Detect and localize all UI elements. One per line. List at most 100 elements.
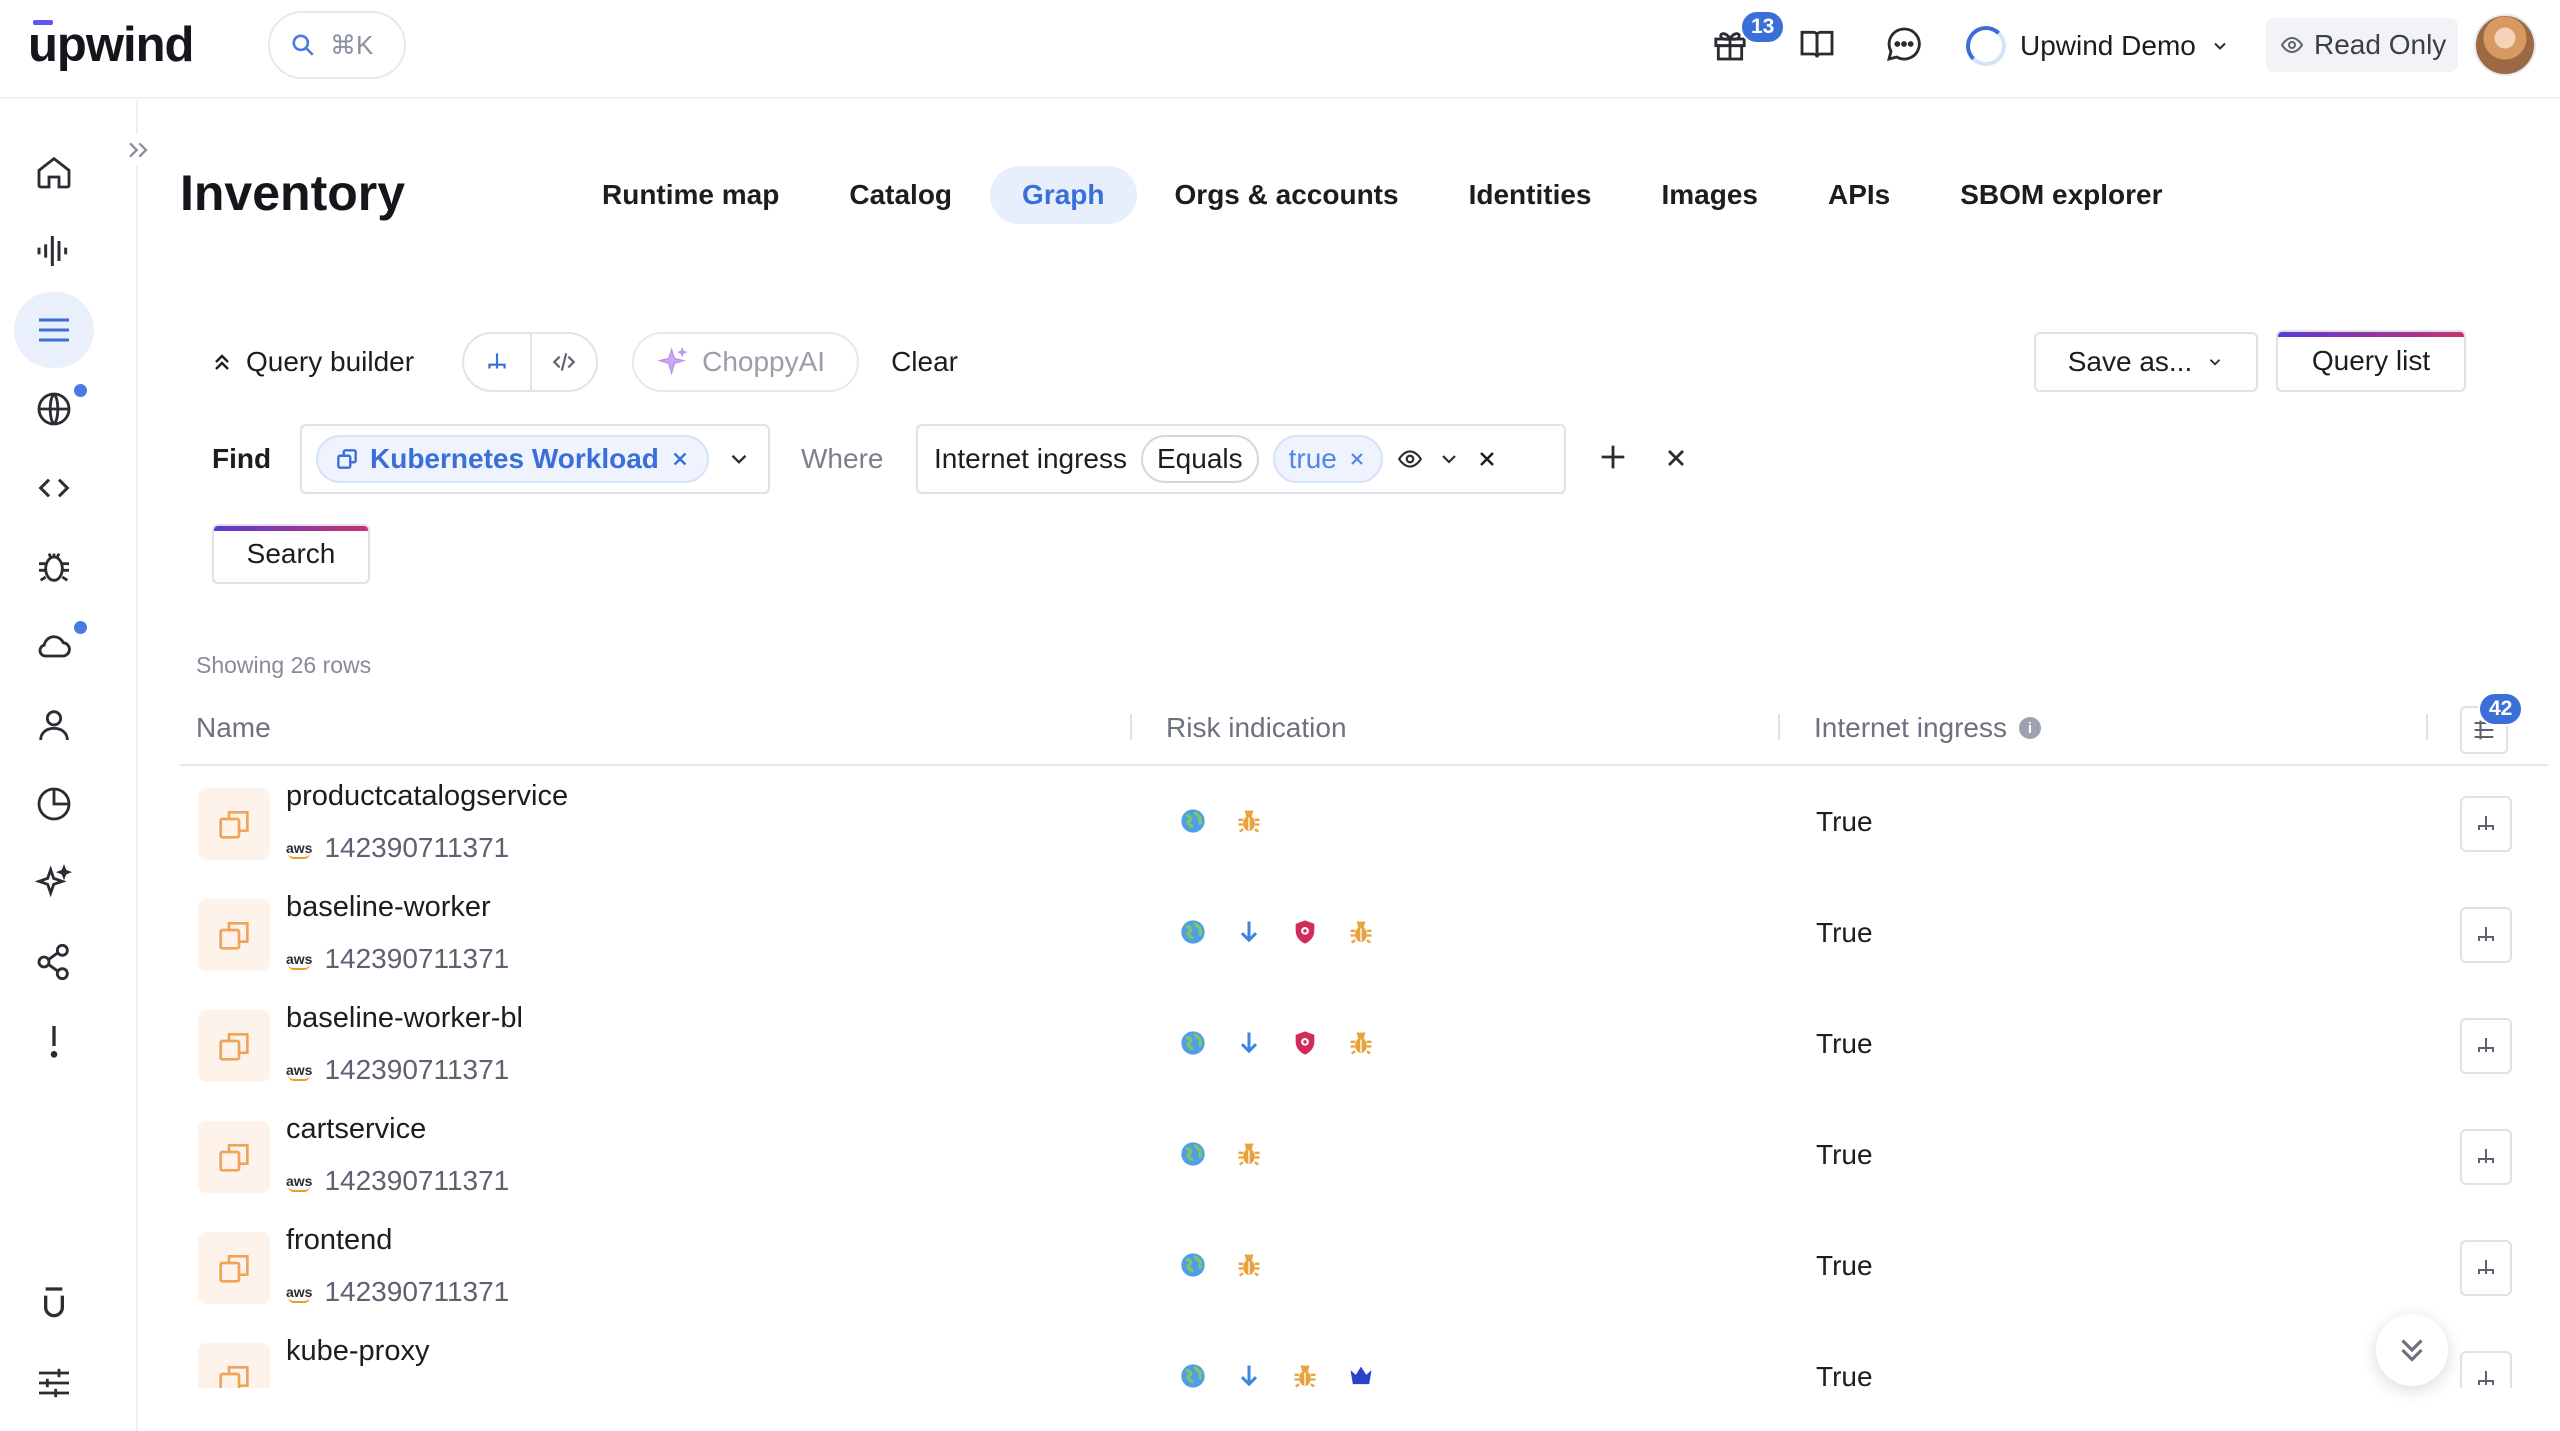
- view-graph-button[interactable]: [2460, 1351, 2512, 1388]
- view-graph-button[interactable]: [2460, 1240, 2512, 1296]
- workload-name[interactable]: productcatalogservice: [286, 780, 568, 813]
- column-name[interactable]: Name: [196, 712, 271, 744]
- query-list-button[interactable]: Query list: [2276, 330, 2466, 392]
- nav-cloud[interactable]: [14, 608, 94, 684]
- global-search-button[interactable]: ⌘K: [268, 11, 406, 79]
- remove-entity-icon[interactable]: [669, 448, 691, 470]
- table-row[interactable]: frontend aws 142390711371 True: [180, 1212, 2548, 1323]
- find-entity-select[interactable]: Kubernetes Workload: [300, 424, 770, 494]
- tab-images[interactable]: Images: [1630, 166, 1791, 224]
- nav-code[interactable]: [14, 450, 94, 526]
- workload-name[interactable]: baseline-worker-bl: [286, 1002, 523, 1035]
- tab-sbom-explorer[interactable]: SBOM explorer: [1928, 166, 2194, 224]
- close-icon[interactable]: [1475, 447, 1499, 471]
- workload-name[interactable]: frontend: [286, 1224, 392, 1257]
- chevron-down-icon[interactable]: [726, 446, 752, 472]
- view-graph-button[interactable]: [2460, 1129, 2512, 1185]
- query-toolbar: Query builder ChoppyAI Clear: [210, 332, 958, 392]
- nav-network[interactable]: [14, 371, 94, 447]
- visual-mode-button[interactable]: [464, 334, 530, 390]
- remove-all-conditions-icon[interactable]: [1662, 444, 1690, 472]
- risk-indicator[interactable]: [1178, 917, 1208, 947]
- risk-indicator[interactable]: [1234, 806, 1264, 836]
- risk-indicator[interactable]: [1290, 917, 1320, 947]
- workload-name[interactable]: kube-proxy: [286, 1335, 429, 1368]
- risk-indicator[interactable]: [1178, 1139, 1208, 1169]
- chat-button[interactable]: [1884, 24, 1924, 64]
- risk-indicator[interactable]: [1234, 1361, 1264, 1388]
- account-id: 142390711371: [324, 1054, 510, 1085]
- workload-type-icon: [198, 788, 270, 860]
- column-internet-ingress[interactable]: Internet ingress i: [1814, 712, 2041, 744]
- risk-indicator[interactable]: [1234, 1028, 1264, 1058]
- nav-ai[interactable]: [14, 845, 94, 921]
- sparkle-icon: [34, 864, 73, 898]
- column-divider[interactable]: [2426, 714, 2428, 740]
- scroll-to-bottom-button[interactable]: [2376, 1314, 2448, 1386]
- table-row[interactable]: baseline-worker aws 142390711371 True: [180, 879, 2548, 990]
- org-selector[interactable]: Upwind Demo: [1966, 22, 2230, 70]
- risk-indicator[interactable]: [1346, 917, 1376, 947]
- read-only-badge[interactable]: Read Only: [2266, 18, 2458, 72]
- save-as-button[interactable]: Save as...: [2034, 332, 2258, 392]
- top-bar: upwind ⌘K 13 Upwind Demo Read Only: [0, 0, 2560, 99]
- nav-identities[interactable]: [14, 687, 94, 763]
- risk-indicator[interactable]: [1178, 1028, 1208, 1058]
- code-mode-button[interactable]: [530, 334, 596, 390]
- risk-indicator[interactable]: [1234, 917, 1264, 947]
- info-icon[interactable]: i: [2019, 717, 2041, 739]
- nav-vulnerabilities[interactable]: [14, 529, 94, 605]
- table-row[interactable]: productcatalogservice aws 142390711371 True: [180, 768, 2548, 879]
- nav-settings[interactable]: [14, 1345, 94, 1421]
- column-risk-indication[interactable]: Risk indication: [1166, 712, 1347, 744]
- search-button[interactable]: Search: [212, 524, 370, 584]
- view-graph-button[interactable]: [2460, 1018, 2512, 1074]
- nav-alerts[interactable]: [14, 1003, 94, 1079]
- risk-indicator[interactable]: [1234, 1250, 1264, 1280]
- risk-indicator[interactable]: [1346, 1028, 1376, 1058]
- workload-name[interactable]: cartservice: [286, 1113, 426, 1146]
- eye-icon[interactable]: [1397, 446, 1423, 472]
- table-row[interactable]: kube-proxy aws142390711371 True: [180, 1323, 2548, 1388]
- condition-value-chip[interactable]: true: [1272, 435, 1383, 483]
- view-graph-button[interactable]: [2460, 907, 2512, 963]
- table-row[interactable]: baseline-worker-bl aws 142390711371 True: [180, 990, 2548, 1101]
- risk-indicator[interactable]: [1178, 806, 1208, 836]
- clear-button[interactable]: Clear: [891, 346, 958, 378]
- nav-inventory[interactable]: [14, 292, 94, 368]
- search-shortcut: ⌘K: [330, 29, 374, 60]
- nav-home[interactable]: [14, 134, 94, 210]
- expand-sidebar-button[interactable]: [122, 134, 154, 166]
- tab-graph[interactable]: Graph: [990, 166, 1137, 224]
- column-divider[interactable]: [1130, 714, 1132, 740]
- nav-threats[interactable]: [14, 213, 94, 289]
- risk-indicator[interactable]: [1178, 1361, 1208, 1388]
- nav-reports[interactable]: [14, 766, 94, 842]
- view-graph-button[interactable]: [2460, 796, 2512, 852]
- condition-field[interactable]: Internet ingress: [934, 443, 1127, 475]
- nav-upwind[interactable]: [14, 1266, 94, 1342]
- tab-catalog[interactable]: Catalog: [817, 166, 984, 224]
- tab-identities[interactable]: Identities: [1437, 166, 1624, 224]
- remove-value-icon[interactable]: [1347, 449, 1367, 469]
- chevron-down-icon[interactable]: [1437, 447, 1461, 471]
- column-divider[interactable]: [1778, 714, 1780, 740]
- risk-indicator[interactable]: [1290, 1361, 1320, 1388]
- docs-button[interactable]: [1797, 24, 1837, 64]
- tab-orgs-accounts[interactable]: Orgs & accounts: [1143, 166, 1431, 224]
- tab-runtime-map[interactable]: Runtime map: [570, 166, 811, 224]
- risk-indicator[interactable]: [1290, 1028, 1320, 1058]
- risk-indicator[interactable]: [1234, 1139, 1264, 1169]
- upwind-logo[interactable]: upwind: [28, 14, 194, 76]
- choppy-ai-button[interactable]: ChoppyAI: [632, 332, 860, 392]
- condition-operator[interactable]: Equals: [1141, 435, 1259, 483]
- risk-indicator[interactable]: [1346, 1361, 1376, 1388]
- user-avatar[interactable]: [2474, 14, 2536, 76]
- workload-name[interactable]: baseline-worker: [286, 891, 491, 924]
- table-row[interactable]: cartservice aws 142390711371 True: [180, 1101, 2548, 1212]
- risk-indicator[interactable]: [1178, 1250, 1208, 1280]
- add-condition-icon[interactable]: [1596, 440, 1630, 474]
- query-builder-toggle[interactable]: Query builder: [210, 346, 414, 378]
- tab-apis[interactable]: APIs: [1796, 166, 1922, 224]
- nav-integrations[interactable]: [14, 924, 94, 1000]
